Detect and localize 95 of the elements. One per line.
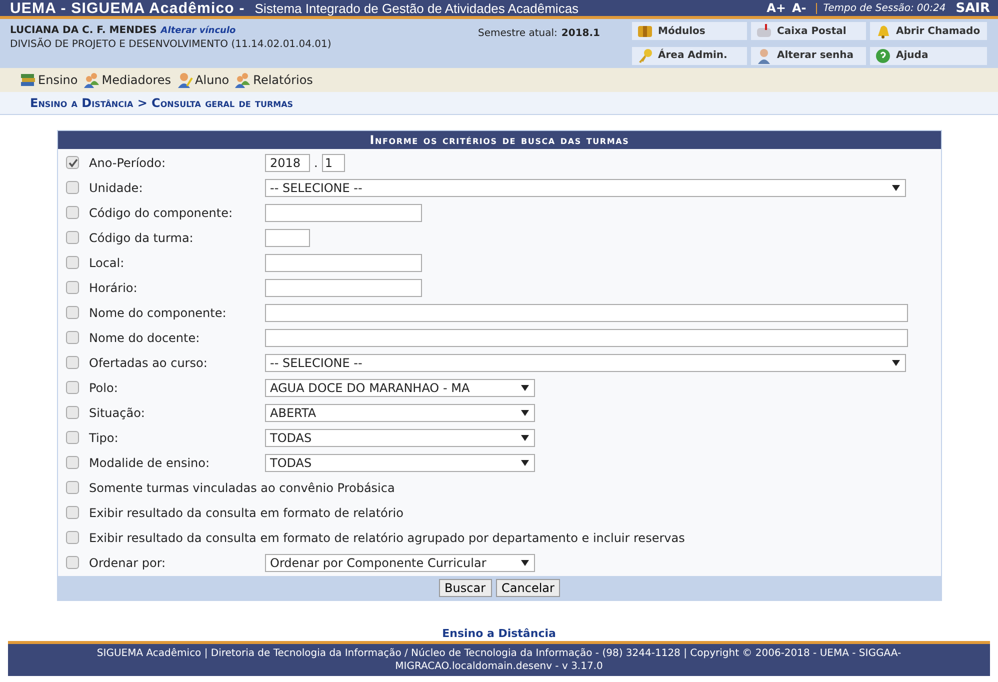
menu-item[interactable]: Ensino [20, 72, 78, 88]
caret-icon [521, 384, 529, 390]
caret-icon [521, 460, 529, 466]
field-label: Tipo: [89, 430, 120, 444]
mailbox-icon [756, 23, 772, 39]
dropdown[interactable]: -- SELECIONE -- [265, 178, 906, 196]
logout-link[interactable]: SAIR [956, 0, 990, 16]
font-increase-link[interactable]: A+ [766, 1, 786, 15]
field-label: Nome do docente: [89, 330, 201, 344]
semester-label: Semestre atual: [478, 28, 558, 39]
checkbox[interactable] [66, 306, 79, 319]
input-field[interactable] [265, 204, 422, 222]
field-label: Local: [89, 256, 126, 270]
system-name: UEMA - SIGUEMA Acadêmico - [10, 0, 245, 16]
input-field[interactable] [265, 254, 422, 272]
bell-icon [875, 23, 891, 39]
checkbox[interactable] [66, 281, 79, 294]
period-field[interactable]: 1 [322, 154, 345, 172]
field-label: Código da turma: [89, 230, 194, 244]
shortcut-button[interactable]: Alterar senha [751, 46, 866, 64]
session-time: 00:24 [916, 2, 946, 14]
people-icon [84, 72, 100, 88]
student-icon [177, 72, 194, 88]
dropdown[interactable]: -- SELECIONE -- [265, 354, 906, 372]
unit-name: DIVISÃO DE PROJETO E DESENVOLVIMENTO (11.14.02.01.04.01) [10, 39, 332, 50]
caret-icon [521, 410, 529, 416]
input-field[interactable] [265, 328, 908, 346]
checkbox[interactable] [66, 431, 79, 444]
field-label: Ofertadas ao curso: [89, 356, 208, 370]
menu-item[interactable]: Aluno [177, 72, 230, 88]
field-label: Unidade: [89, 180, 144, 194]
field-label: Somente turmas vinculadas ao convênio Probásica [89, 480, 395, 494]
dropdown[interactable]: Ordenar por Componente Curricular [265, 554, 535, 572]
footer-text: SIGUEMA Acadêmico | Diretoria de Tecnologia da Informação / Núcleo de Tecnologia da Informação - (98) 3244-1128 | Copyright © 2006-2018 - UEMA - SIGGAA-MIGRACAO.localdomain.desenv - v 3.17.0 [96, 647, 902, 673]
field-label: Polo: [89, 380, 119, 394]
year-field[interactable]: 2018 [265, 154, 310, 172]
checkbox[interactable] [66, 181, 79, 194]
caret-icon [892, 360, 900, 366]
checkbox[interactable] [66, 156, 79, 169]
dropdown[interactable]: AGUA DOCE DO MARANHAO - MA [265, 378, 535, 396]
checkbox[interactable] [66, 406, 79, 419]
dropdown[interactable]: ABERTA [265, 404, 535, 422]
checkbox[interactable] [66, 481, 79, 494]
user-name: LUCIANA DA C. F. MENDES [10, 25, 157, 36]
key-icon [637, 48, 653, 64]
caret-icon [521, 560, 529, 566]
dropdown[interactable]: TODAS [265, 454, 535, 472]
books-icon [20, 72, 36, 88]
menu-item[interactable]: Relatórios [235, 72, 313, 88]
shortcut-button[interactable]: Ajuda [870, 46, 987, 64]
shortcut-button[interactable]: Área Admin. [632, 46, 747, 64]
help-icon [875, 48, 891, 64]
separator-text: . [314, 156, 318, 170]
field-label: Exibir resultado da consulta em formato de relatório [89, 506, 404, 520]
caret-icon [892, 184, 900, 190]
field-label: Modalide de ensino: [89, 456, 211, 470]
field-label: Situação: [89, 406, 146, 420]
session-label: Tempo de Sessão: [816, 2, 914, 14]
checkbox[interactable] [66, 256, 79, 269]
field-label: Ano-Período: [89, 156, 167, 170]
dropdown[interactable]: TODAS [265, 428, 535, 446]
menu-item[interactable]: Mediadores [84, 72, 172, 88]
checkbox[interactable] [66, 556, 79, 569]
checkbox[interactable] [66, 531, 79, 544]
input-field[interactable] [265, 228, 310, 246]
footer-link[interactable]: Ensino a Distância [442, 627, 556, 640]
checkbox[interactable] [66, 456, 79, 469]
checkbox[interactable] [66, 206, 79, 219]
person-icon [756, 48, 772, 64]
field-label: Exibir resultado da consulta em formato de relatório agrupado por departamento e incluir reservas [89, 530, 685, 544]
shortcut-button[interactable]: Módulos [632, 22, 747, 40]
field-label: Ordenar por: [89, 556, 167, 570]
input-field[interactable] [265, 278, 422, 296]
checkbox[interactable] [66, 506, 79, 519]
change-link[interactable]: Alterar vínculo [160, 26, 236, 36]
box-icon [637, 23, 653, 39]
field-label: Horário: [89, 280, 138, 294]
font-decrease-link[interactable]: A- [792, 1, 806, 15]
field-label: Nome do componente: [89, 306, 228, 320]
breadcrumb: Ensino a Distância > Consulta geral de turmas [30, 96, 294, 110]
shortcut-button[interactable]: Caixa Postal [751, 22, 866, 40]
field-label: Código do componente: [89, 206, 234, 220]
checkbox[interactable] [66, 231, 79, 244]
people-icon [235, 72, 252, 88]
form-button[interactable]: Cancelar [496, 579, 560, 597]
form-title: Informe os critérios de busca das turmas [58, 131, 941, 149]
semester-value: 2018.1 [561, 28, 600, 39]
input-field[interactable] [265, 304, 908, 322]
checkbox[interactable] [66, 381, 79, 394]
checkbox[interactable] [66, 356, 79, 369]
checkbox[interactable] [66, 331, 79, 344]
form-button[interactable]: Buscar [438, 579, 492, 597]
shortcut-button[interactable]: Abrir Chamado [870, 22, 987, 40]
system-subtitle: Sistema Integrado de Gestão de Atividades Acadêmicas [254, 0, 579, 16]
caret-icon [521, 434, 529, 440]
